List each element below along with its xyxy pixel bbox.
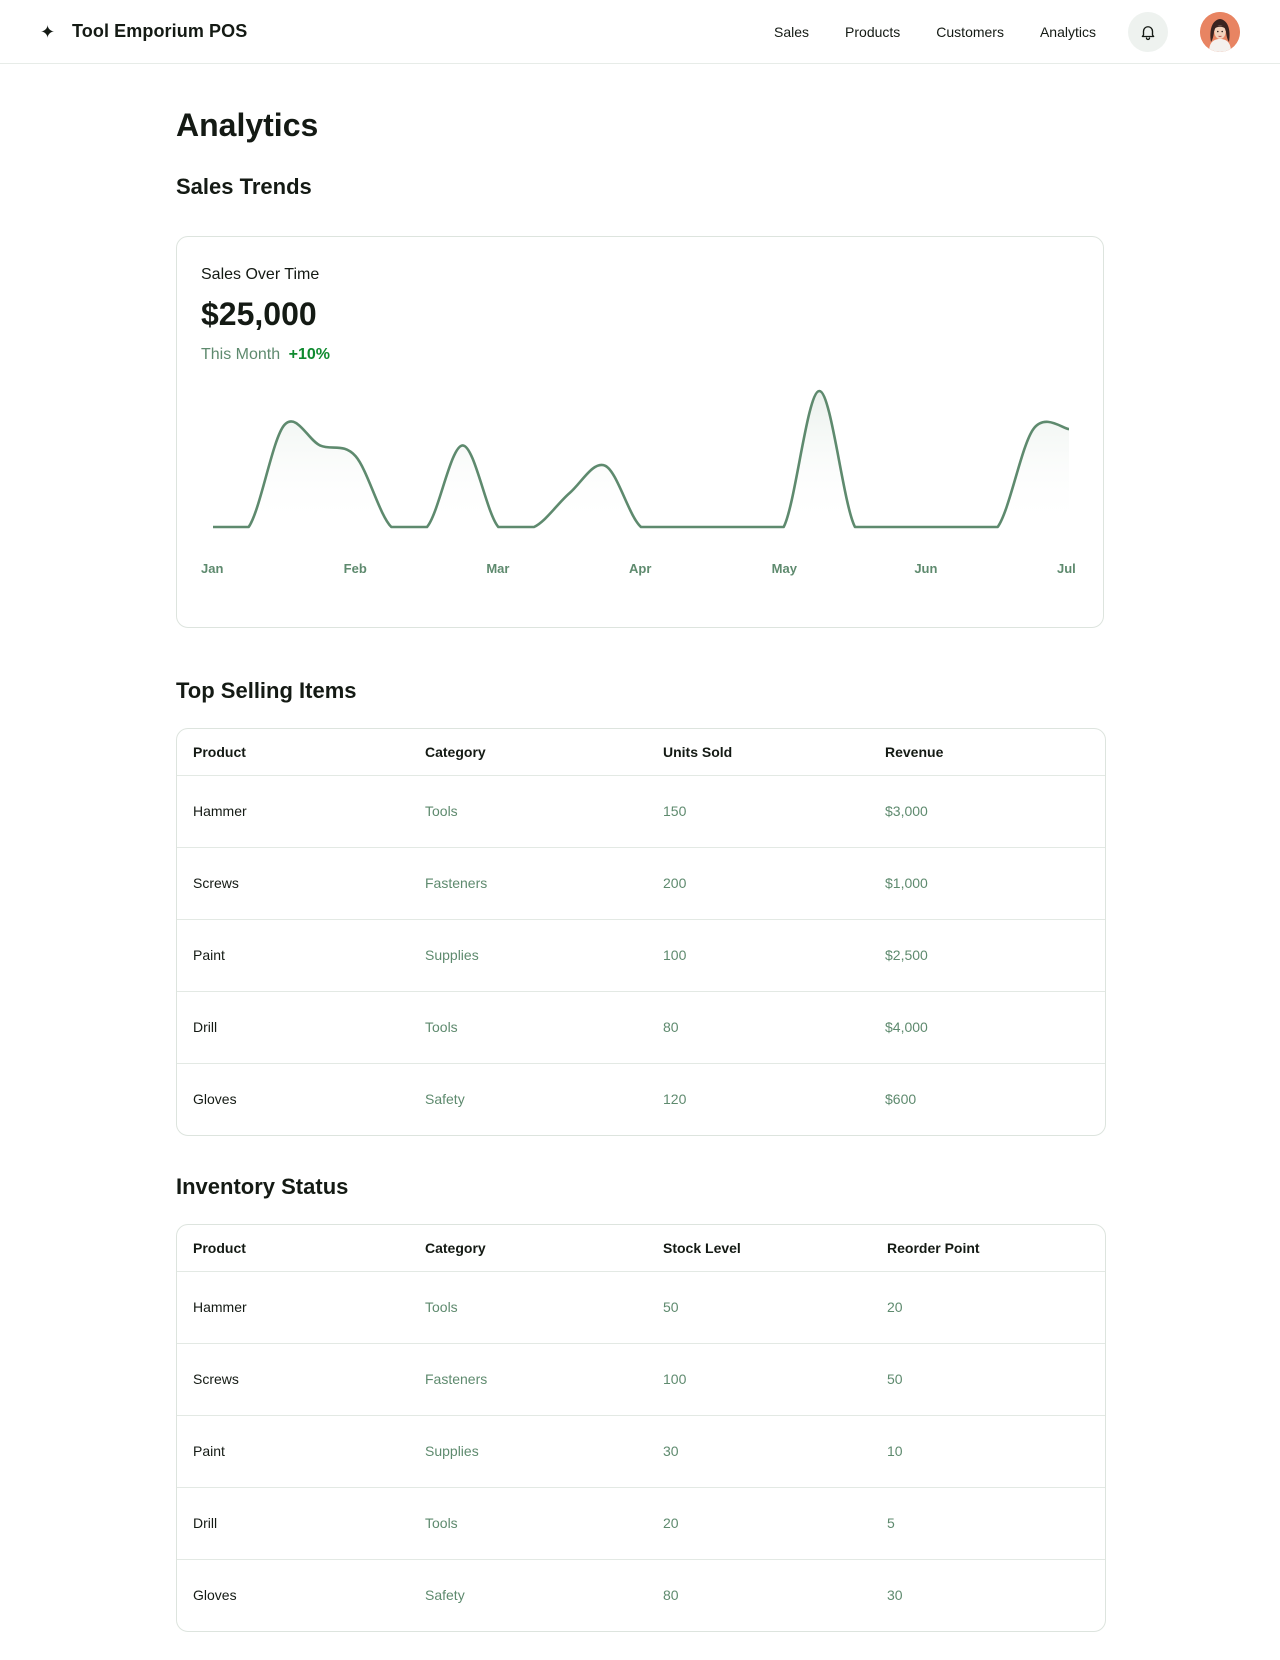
cell-stock-level: 30: [647, 1415, 871, 1488]
column-header-category[interactable]: Category: [409, 1225, 647, 1272]
nav-item-products[interactable]: Products: [845, 24, 900, 40]
cell-revenue: $1,000: [869, 847, 1105, 920]
table-row[interactable]: Drill Tools 20 5: [177, 1487, 1105, 1560]
inventory-table: Product Category Stock Level Reorder Poi…: [176, 1224, 1106, 1632]
top-navigation-bar: ✦ Tool Emporium POS Sales Products Custo…: [0, 0, 1280, 64]
cell-stock-level: 80: [663, 1587, 679, 1604]
column-header-revenue[interactable]: Revenue: [869, 729, 1105, 776]
table-header-row: Product Category Stock Level Reorder Poi…: [177, 1225, 1105, 1272]
cell-stock-level: 100: [647, 1343, 871, 1416]
chart-card-label: Sales Over Time: [201, 266, 320, 283]
sales-over-time-card: Sales Over Time $25,000 This Month +10% …: [176, 236, 1104, 628]
nav-item-analytics[interactable]: Analytics: [1040, 24, 1096, 40]
table-row[interactable]: Hammer Tools 50 20: [177, 1271, 1105, 1344]
cell-category: Tools: [409, 1487, 647, 1560]
change-badge: +10%: [288, 346, 330, 363]
sales-trends-section: Sales Trends Sales Over Time $25,000 Thi…: [176, 172, 1104, 628]
cell-stock-level: 50: [647, 1271, 871, 1344]
cell-units-sold: 100: [647, 919, 869, 992]
cell-units-sold: 200: [647, 847, 869, 920]
nav-item-customers[interactable]: Customers: [936, 24, 1004, 40]
cell-category: Supplies: [409, 919, 647, 992]
cell-reorder-point: 30: [887, 1587, 903, 1604]
main-content: Analytics Sales Trends Sales Over Time $…: [176, 104, 1106, 1632]
x-axis-tick-label: Feb: [344, 561, 367, 576]
table-row[interactable]: Paint Supplies 30 10: [177, 1415, 1105, 1488]
x-axis-tick-label: Jun: [914, 561, 937, 576]
column-header-product[interactable]: Product: [177, 1225, 409, 1272]
top-selling-title: Top Selling Items: [176, 678, 357, 703]
cell-product: Screws: [177, 847, 409, 920]
cell-category: Tools: [409, 991, 647, 1064]
cell-product: Screws: [177, 1343, 409, 1416]
cell-reorder-point: 50: [871, 1343, 1105, 1416]
cell-category: Tools: [409, 1271, 647, 1344]
table-row[interactable]: Gloves Safety 120 $600: [177, 1063, 1105, 1135]
table-row[interactable]: Drill Tools 80 $4,000: [177, 991, 1105, 1064]
table-row[interactable]: Screws Fasteners 200 $1,000: [177, 847, 1105, 920]
cell-revenue: $2,500: [869, 919, 1105, 992]
period-label: This Month: [201, 346, 281, 363]
cell-stock-level: 20: [647, 1487, 871, 1560]
bell-icon: [1141, 25, 1155, 40]
top-selling-table: Product Category Units Sold Revenue Hamm…: [176, 728, 1106, 1136]
brand[interactable]: ✦ Tool Emporium POS: [40, 21, 247, 42]
sparkle-icon: ✦: [40, 21, 56, 42]
cell-product: Paint: [177, 919, 409, 992]
cell-reorder-point: 5: [871, 1487, 1105, 1560]
user-avatar[interactable]: [1200, 11, 1240, 52]
cell-reorder-point: 20: [871, 1271, 1105, 1344]
cell-product: Drill: [177, 991, 409, 1064]
cell-product: Hammer: [177, 1271, 409, 1344]
sales-line-chart: Jan Feb Mar Apr May Jun Jul: [201, 389, 1076, 576]
nav-item-sales[interactable]: Sales: [774, 24, 809, 40]
top-selling-section: Top Selling Items Product Category Units…: [176, 676, 1106, 1136]
cell-reorder-point: 10: [871, 1415, 1105, 1488]
column-header-reorder-point[interactable]: Reorder Point: [871, 1225, 1105, 1272]
cell-revenue: $4,000: [869, 991, 1105, 1064]
x-axis-tick-label: Apr: [629, 561, 651, 576]
cell-product: Paint: [177, 1415, 409, 1488]
sales-area-fill: [213, 391, 1069, 527]
table-row[interactable]: Paint Supplies 100 $2,500: [177, 919, 1105, 992]
cell-revenue: $3,000: [869, 775, 1105, 848]
column-header-category[interactable]: Category: [409, 729, 647, 776]
sales-trends-title: Sales Trends: [176, 174, 312, 199]
x-axis-tick-label: Jul: [1057, 561, 1076, 576]
cell-revenue: $600: [885, 1091, 917, 1108]
table-header-row: Product Category Units Sold Revenue: [177, 729, 1105, 776]
app-title: Tool Emporium POS: [72, 21, 248, 41]
cell-units-sold: 150: [647, 775, 869, 848]
column-header-units-sold[interactable]: Units Sold: [647, 729, 869, 776]
inventory-status-title: Inventory Status: [176, 1174, 349, 1199]
cell-units-sold: 80: [647, 991, 869, 1064]
cell-units-sold: 120: [663, 1091, 687, 1108]
cell-category: Tools: [409, 775, 647, 848]
cell-product: Gloves: [193, 1587, 237, 1604]
period-change: This Month +10%: [201, 345, 1079, 365]
cell-category: Fasteners: [409, 1343, 647, 1416]
column-header-stock-level[interactable]: Stock Level: [647, 1225, 871, 1272]
cell-category: Supplies: [409, 1415, 647, 1488]
sales-total-value: $25,000: [201, 296, 317, 332]
main-nav: Sales Products Customers Analytics: [738, 24, 1096, 40]
x-axis-tick-label: Jan: [201, 561, 223, 576]
cell-category: Fasteners: [409, 847, 647, 920]
user-avatar-image: [1200, 11, 1240, 52]
column-header-product[interactable]: Product: [177, 729, 409, 776]
notifications-button[interactable]: [1128, 11, 1168, 52]
cell-category: Safety: [425, 1587, 465, 1604]
table-row[interactable]: Screws Fasteners 100 50: [177, 1343, 1105, 1416]
cell-product: Gloves: [193, 1091, 237, 1108]
table-row[interactable]: Gloves Safety 80 30: [177, 1559, 1105, 1631]
cell-category: Safety: [425, 1091, 465, 1108]
inventory-status-section: Inventory Status Product Category Stock …: [176, 1172, 1106, 1632]
page-title: Analytics: [176, 107, 319, 143]
x-axis-tick-label: May: [772, 561, 798, 576]
x-axis-tick-label: Mar: [486, 561, 509, 576]
cell-product: Hammer: [177, 775, 409, 848]
cell-product: Drill: [177, 1487, 409, 1560]
table-row[interactable]: Hammer Tools 150 $3,000: [177, 775, 1105, 848]
